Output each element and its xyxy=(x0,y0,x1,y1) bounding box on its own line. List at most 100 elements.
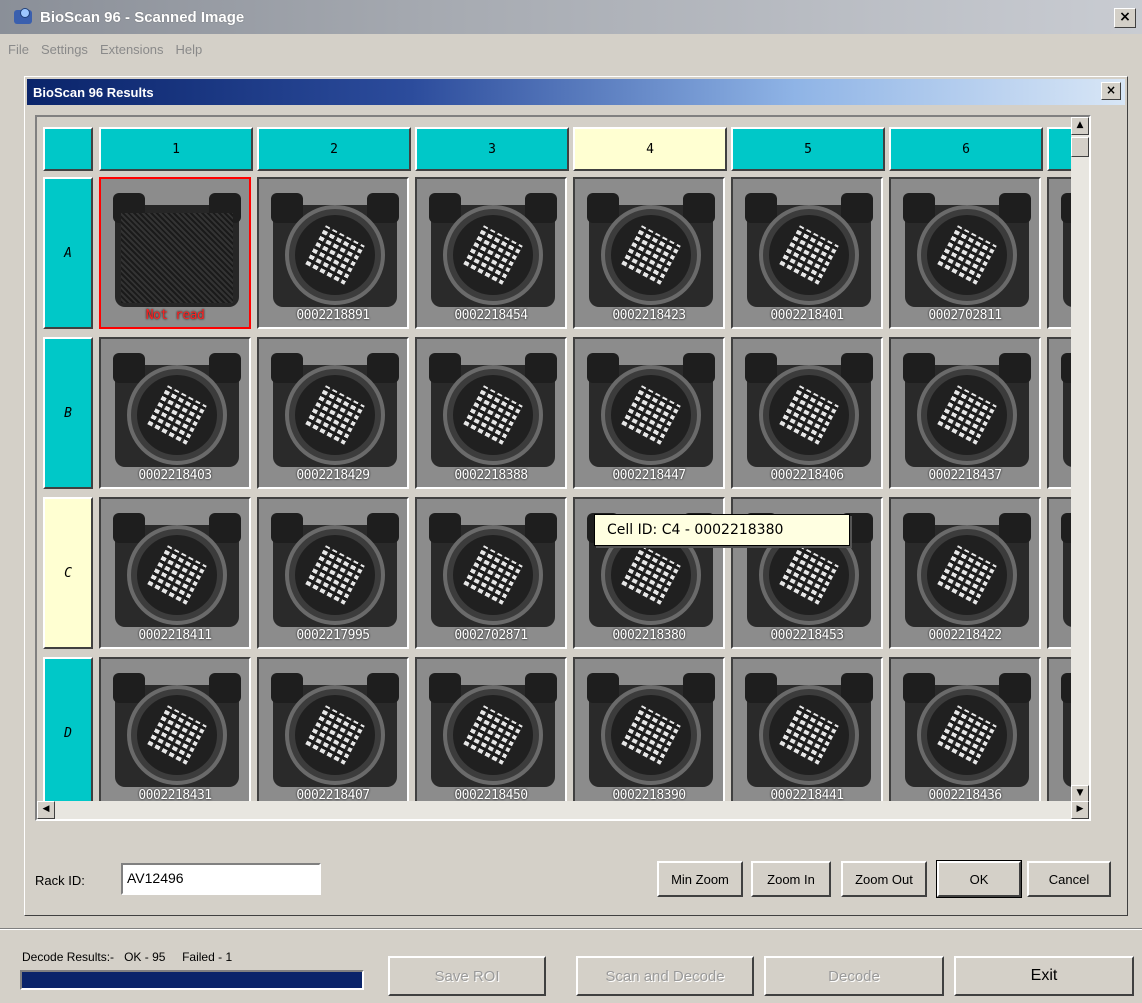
decode-progress-fill xyxy=(22,972,362,988)
scroll-left-button[interactable]: ◀ xyxy=(37,801,55,819)
tube-cell-D1[interactable]: 0002218431 xyxy=(99,657,251,809)
tube-cell-id-label: 0002218429 xyxy=(296,468,370,483)
tube-cell-id-label: 0002217995 xyxy=(296,628,370,643)
zoom-out-button[interactable]: Zoom Out xyxy=(841,861,927,897)
column-header-5[interactable]: 5 xyxy=(731,127,885,171)
menu-settings[interactable]: Settings xyxy=(37,38,96,62)
tube-cell-A1[interactable]: Not read xyxy=(99,177,251,329)
tube-cell-id-label: 0002218453 xyxy=(770,628,844,643)
tube-cell-C6[interactable]: 0002218422 xyxy=(889,497,1041,649)
dialog-close-button[interactable]: × xyxy=(1101,82,1121,100)
ok-button[interactable]: OK xyxy=(936,860,1022,898)
scroll-right-button[interactable]: ▶ xyxy=(1071,801,1089,819)
scroll-up-button[interactable]: ▲ xyxy=(1071,117,1089,135)
menu-file[interactable]: File xyxy=(4,38,37,62)
tube-cell-id-label: 0002218447 xyxy=(612,468,686,483)
tube-barcode-image xyxy=(903,353,1031,477)
cell-tooltip: Cell ID: C4 - 0002218380 xyxy=(594,514,850,546)
horizontal-scrollbar[interactable]: ◀ ▶ xyxy=(37,801,1089,819)
tube-cell-id-label: 0002218380 xyxy=(612,628,686,643)
tube-cell-id-label: Not read xyxy=(145,308,205,323)
tube-barcode-image xyxy=(429,673,557,797)
dialog-titlebar: BioScan 96 Results × xyxy=(27,79,1125,105)
vertical-scrollbar[interactable]: ▲ ▼ xyxy=(1071,117,1089,803)
menu-extensions[interactable]: Extensions xyxy=(96,38,172,62)
bioscan-app-icon xyxy=(12,6,36,28)
column-header-3[interactable]: 3 xyxy=(415,127,569,171)
row-header-B[interactable]: B xyxy=(43,337,93,489)
tube-cell-B1[interactable]: 0002218403 xyxy=(99,337,251,489)
tube-cell-B5[interactable]: 0002218406 xyxy=(731,337,883,489)
rack-id-input[interactable]: AV12496 xyxy=(121,863,321,895)
tube-barcode-image xyxy=(271,353,399,477)
tube-cell-id-label: 0002218411 xyxy=(138,628,212,643)
tube-cell-id-label: 0002218891 xyxy=(296,308,370,323)
tube-cell-D3[interactable]: 0002218450 xyxy=(415,657,567,809)
tube-barcode-image xyxy=(903,673,1031,797)
menu-help[interactable]: Help xyxy=(172,38,211,62)
rack-id-label: Rack ID: xyxy=(35,873,85,888)
tube-cell-D5[interactable]: 0002218441 xyxy=(731,657,883,809)
vertical-scroll-thumb[interactable] xyxy=(1071,137,1089,157)
cancel-button[interactable]: Cancel xyxy=(1027,861,1111,897)
zoom-in-button[interactable]: Zoom In xyxy=(751,861,831,897)
tube-barcode-image xyxy=(745,193,873,317)
tube-cell-id-label: 0002218388 xyxy=(454,468,528,483)
scan-and-decode-button[interactable]: Scan and Decode xyxy=(576,956,754,996)
tube-cell-A2[interactable]: 0002218891 xyxy=(257,177,409,329)
tube-barcode-image xyxy=(903,513,1031,637)
window-close-button[interactable]: × xyxy=(1114,8,1136,28)
min-zoom-button[interactable]: Min Zoom xyxy=(657,861,743,897)
tube-cell-C1[interactable]: 0002218411 xyxy=(99,497,251,649)
window-title: BioScan 96 - Scanned Image xyxy=(40,8,245,26)
tube-cell-C2[interactable]: 0002217995 xyxy=(257,497,409,649)
tube-barcode-image xyxy=(429,513,557,637)
dialog-title: BioScan 96 Results xyxy=(33,84,154,100)
tube-cell-D6[interactable]: 0002218436 xyxy=(889,657,1041,809)
tube-cell-id-label: 0002218401 xyxy=(770,308,844,323)
rack-grid-view: 1 2 3 4 5 6 A Not read 0002218891 0002218454 00022… xyxy=(35,115,1091,821)
tube-cell-B4[interactable]: 0002218447 xyxy=(573,337,725,489)
tube-barcode-image xyxy=(587,353,715,477)
menu-bar: File Settings Extensions Help xyxy=(0,38,210,62)
decode-results-label: Decode Results:- OK - 95 Failed - 1 xyxy=(22,950,232,964)
tube-cell-id-label: 0002218437 xyxy=(928,468,1002,483)
tube-cell-id-label: 0002218423 xyxy=(612,308,686,323)
save-roi-button[interactable]: Save ROI xyxy=(388,956,546,996)
column-header-1[interactable]: 1 xyxy=(99,127,253,171)
tube-cell-A3[interactable]: 0002218454 xyxy=(415,177,567,329)
tube-cell-D4[interactable]: 0002218390 xyxy=(573,657,725,809)
tube-barcode-image xyxy=(271,193,399,317)
tube-barcode-image xyxy=(745,353,873,477)
status-separator xyxy=(0,928,1142,930)
tube-cell-A4[interactable]: 0002218423 xyxy=(573,177,725,329)
grid-corner-header xyxy=(43,127,93,171)
tube-cell-id-label: 0002218403 xyxy=(138,468,212,483)
tube-cell-id-label: 0002218406 xyxy=(770,468,844,483)
tube-cell-id-label: 0002218422 xyxy=(928,628,1002,643)
tube-cell-A6[interactable]: 0002702811 xyxy=(889,177,1041,329)
decode-ok-count: OK - 95 xyxy=(124,950,166,964)
tube-barcode-image xyxy=(113,193,241,317)
tube-barcode-image xyxy=(113,353,241,477)
column-header-6[interactable]: 6 xyxy=(889,127,1043,171)
tube-barcode-image xyxy=(587,193,715,317)
tube-cell-D2[interactable]: 0002218407 xyxy=(257,657,409,809)
tube-cell-B2[interactable]: 0002218429 xyxy=(257,337,409,489)
tube-barcode-image xyxy=(903,193,1031,317)
column-header-4[interactable]: 4 xyxy=(573,127,727,171)
tube-cell-A5[interactable]: 0002218401 xyxy=(731,177,883,329)
decode-button[interactable]: Decode xyxy=(764,956,944,996)
tube-cell-B3[interactable]: 0002218388 xyxy=(415,337,567,489)
tube-cell-B6[interactable]: 0002218437 xyxy=(889,337,1041,489)
exit-button[interactable]: Exit xyxy=(954,956,1134,996)
column-header-2[interactable]: 2 xyxy=(257,127,411,171)
row-header-D[interactable]: D xyxy=(43,657,93,809)
tube-barcode-image xyxy=(271,673,399,797)
row-header-A[interactable]: A xyxy=(43,177,93,329)
row-header-C[interactable]: C xyxy=(43,497,93,649)
tube-barcode-image xyxy=(113,513,241,637)
decode-progress-bar xyxy=(20,970,364,990)
decode-results-prefix: Decode Results:- xyxy=(22,950,115,964)
tube-cell-C3[interactable]: 0002702871 xyxy=(415,497,567,649)
